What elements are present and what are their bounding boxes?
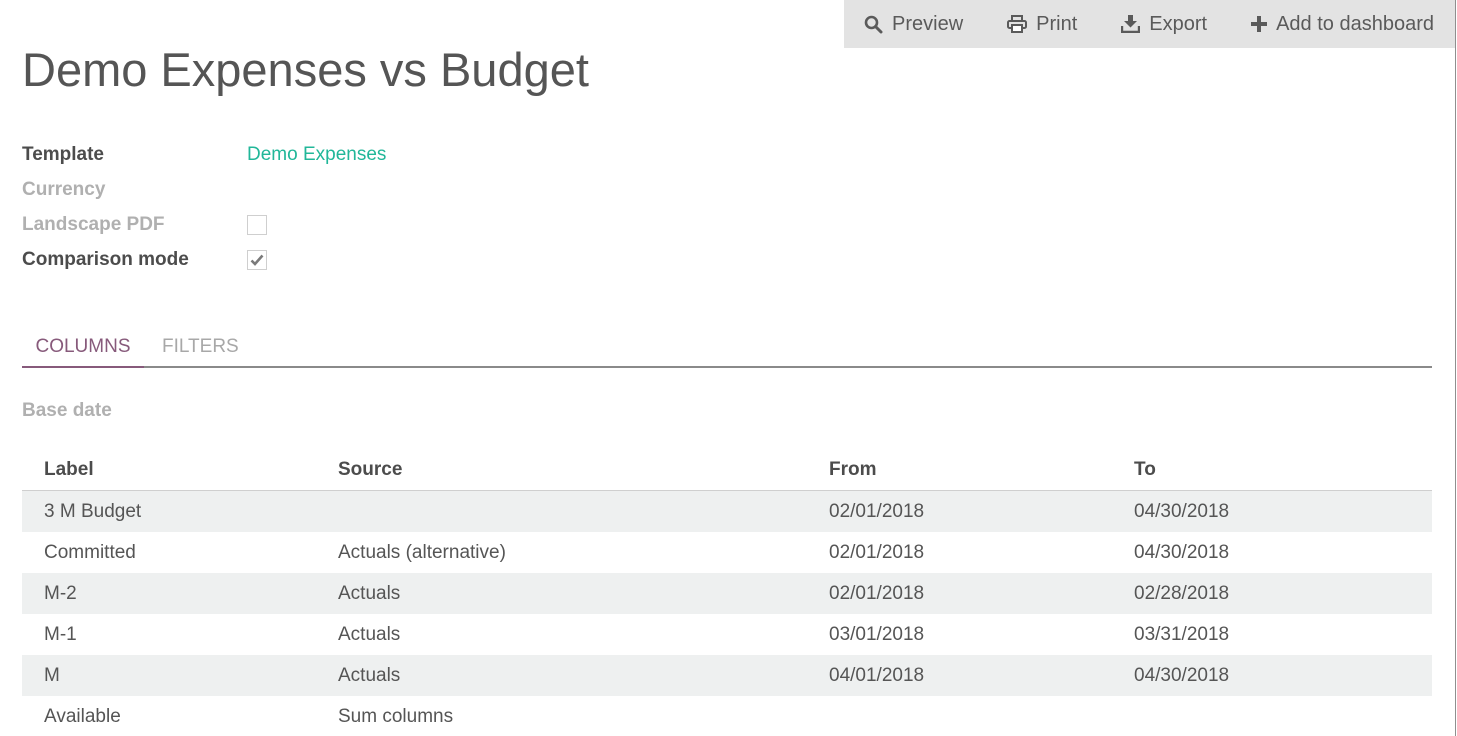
landscape-pdf-field: Landscape PDF	[22, 212, 267, 238]
search-icon	[864, 15, 883, 33]
table-row[interactable]: M-1 Actuals 03/01/2018 03/31/2018	[22, 614, 1432, 655]
currency-label: Currency	[22, 179, 106, 200]
table-row[interactable]: 3 M Budget 02/01/2018 04/30/2018	[22, 491, 1432, 532]
base-date-label: Base date	[22, 400, 112, 421]
row-to: 03/31/2018	[1134, 623, 1230, 645]
row-label: M-1	[44, 623, 77, 645]
header-to[interactable]: To	[1134, 450, 1156, 490]
page-title: Demo Expenses vs Budget	[22, 43, 589, 96]
row-to: 04/30/2018	[1134, 500, 1230, 522]
row-from: 03/01/2018	[829, 623, 925, 645]
print-button[interactable]: Print	[1007, 13, 1077, 36]
tab-columns[interactable]: COLUMNS	[22, 328, 144, 368]
plus-icon	[1251, 16, 1268, 32]
add-to-dashboard-label: Add to dashboard	[1276, 12, 1434, 35]
comparison-mode-checkbox[interactable]	[247, 250, 267, 270]
export-label: Export	[1149, 12, 1208, 35]
action-toolbar: Preview Print Export Add to dashboard	[844, 0, 1456, 48]
table-header: Label Source From To	[22, 450, 1432, 491]
landscape-pdf-checkbox[interactable]	[247, 215, 267, 235]
table-row[interactable]: Committed Actuals (alternative) 02/01/20…	[22, 532, 1432, 573]
row-label: M	[44, 664, 60, 686]
preview-label: Preview	[892, 12, 964, 35]
row-source: Actuals	[338, 623, 401, 645]
row-from: 02/01/2018	[829, 500, 925, 522]
row-label: 3 M Budget	[44, 500, 142, 522]
comparison-mode-label: Comparison mode	[22, 249, 189, 270]
export-button[interactable]: Export	[1121, 13, 1207, 36]
print-label: Print	[1036, 12, 1078, 35]
row-to: 04/30/2018	[1134, 541, 1230, 563]
template-label: Template	[22, 144, 105, 165]
row-from: 04/01/2018	[829, 664, 925, 686]
notebook-tabs: COLUMNS FILTERS	[22, 328, 1432, 368]
add-to-dashboard-button[interactable]: Add to dashboard	[1251, 13, 1434, 36]
template-link[interactable]: Demo Expenses	[247, 144, 386, 166]
row-label: Available	[44, 705, 121, 727]
tab-filters[interactable]: FILTERS	[162, 328, 239, 368]
row-from: 02/01/2018	[829, 582, 925, 604]
checkmark-icon	[250, 254, 264, 266]
table-row[interactable]: M Actuals 04/01/2018 04/30/2018	[22, 655, 1432, 696]
row-label: M-2	[44, 582, 77, 604]
row-to: 02/28/2018	[1134, 582, 1230, 604]
panel-right-border	[1455, 0, 1456, 736]
landscape-pdf-label: Landscape PDF	[22, 214, 165, 235]
template-field: Template Demo Expenses	[22, 142, 386, 168]
row-to: 04/30/2018	[1134, 664, 1230, 686]
preview-button[interactable]: Preview	[864, 13, 963, 36]
header-source[interactable]: Source	[338, 450, 402, 490]
row-source: Sum columns	[338, 705, 454, 727]
print-icon	[1007, 15, 1028, 33]
row-label: Committed	[44, 541, 136, 563]
download-icon	[1121, 15, 1141, 33]
row-source: Actuals (alternative)	[338, 541, 506, 563]
table-row[interactable]: Available Sum columns	[22, 696, 1432, 736]
row-source: Actuals	[338, 582, 401, 604]
header-label[interactable]: Label	[44, 450, 94, 490]
currency-field: Currency	[22, 177, 247, 203]
columns-table: Label Source From To 3 M Budget 02/01/20…	[22, 450, 1432, 736]
row-from: 02/01/2018	[829, 541, 925, 563]
table-row[interactable]: M-2 Actuals 02/01/2018 02/28/2018	[22, 573, 1432, 614]
header-from[interactable]: From	[829, 450, 877, 490]
report-form-page: Preview Print Export Add to dashboard De…	[0, 0, 1457, 736]
row-source: Actuals	[338, 664, 401, 686]
comparison-mode-field: Comparison mode	[22, 247, 267, 273]
